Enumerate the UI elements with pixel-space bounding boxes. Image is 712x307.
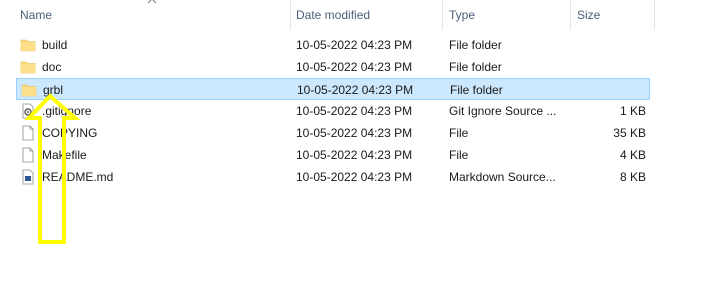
file-date-modified: 10-05-2022 04:23 PM [296,38,413,52]
file-name: build [42,38,68,52]
column-header-type[interactable]: Type [449,7,475,23]
file-date-modified: 10-05-2022 04:23 PM [296,170,413,184]
file-type: Markdown Source... [449,170,556,184]
column-header-size[interactable]: Size [577,7,600,23]
file-size: 35 KB [613,126,646,140]
file-size: 4 KB [619,148,646,162]
file-date-modified: 10-05-2022 04:23 PM [296,60,413,74]
file-date-modified: 10-05-2022 04:23 PM [296,104,413,118]
folder-icon [20,59,36,75]
folder-icon [20,37,36,53]
file-type: File folder [450,83,503,97]
file-type: File [449,126,469,140]
file-name: COPYING [42,126,98,140]
gear-file-icon [20,103,36,119]
file-name: README.md [42,170,114,184]
file-name: doc [42,60,62,74]
file-date-modified: 10-05-2022 04:23 PM [297,83,414,97]
file-name: .gitignore [42,104,92,118]
folder-icon [21,82,37,98]
blank-file-icon [20,147,36,163]
column-header-bar: Name Date modified Type Size [0,0,712,30]
file-name: Makefile [42,148,87,162]
file-row[interactable]: grbl 10-05-2022 04:23 PM File folder [16,78,650,100]
column-divider[interactable] [654,0,655,30]
file-size: 1 KB [619,104,646,118]
file-row[interactable]: .gitignore 10-05-2022 04:23 PM Git Ignore … [16,100,650,122]
file-size [586,34,646,56]
file-name: grbl [43,83,64,97]
blank-file-icon [20,125,36,141]
file-row[interactable]: doc 10-05-2022 04:23 PM File folder [16,56,650,78]
markdown-file-icon [20,169,36,185]
column-divider[interactable] [570,0,571,30]
file-size: 8 KB [619,170,646,184]
file-row[interactable]: COPYING 10-05-2022 04:23 PM File 35 KB [16,122,650,144]
file-type: Git Ignore Source ... [449,104,557,118]
column-divider[interactable] [442,0,443,30]
file-type: File [449,148,469,162]
sort-ascending-icon [147,0,157,4]
file-size [587,79,647,101]
file-type: File folder [449,60,502,74]
file-row[interactable]: Makefile 10-05-2022 04:23 PM File 4 KB [16,144,650,166]
file-date-modified: 10-05-2022 04:23 PM [296,148,413,162]
file-row[interactable]: build 10-05-2022 04:23 PM File folder [16,34,650,56]
file-row[interactable]: README.md 10-05-2022 04:23 PM Markdown Sou… [16,166,650,188]
file-type: File folder [449,38,502,52]
column-header-date[interactable]: Date modified [296,7,370,23]
file-size [586,56,646,78]
column-header-name[interactable]: Name [20,7,52,23]
file-date-modified: 10-05-2022 04:23 PM [296,126,413,140]
column-divider[interactable] [290,0,291,30]
